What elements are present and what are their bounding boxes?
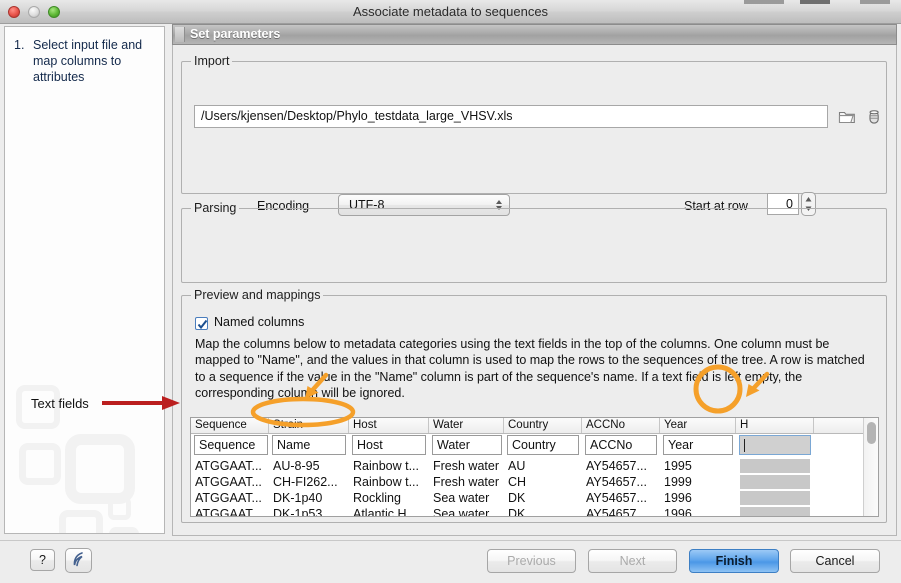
parameters-panel: Set parameters Import /Users/kjensen/Des… bbox=[172, 24, 897, 536]
mapping-input-host[interactable]: Host bbox=[352, 435, 426, 455]
mapping-input-year[interactable]: Year bbox=[663, 435, 733, 455]
next-button[interactable]: Next bbox=[588, 549, 677, 573]
cell-sequence: ATGGAAT... bbox=[195, 490, 271, 506]
cell-country: CH bbox=[508, 474, 580, 490]
mapping-input-name[interactable]: Name bbox=[272, 435, 346, 455]
cell-h-blank bbox=[740, 507, 810, 517]
folder-icon[interactable] bbox=[837, 107, 857, 127]
table-row[interactable]: ATGGAAT... CH-FI262... Rainbow t... Fres… bbox=[191, 474, 878, 490]
named-columns-checkbox[interactable] bbox=[195, 317, 208, 330]
cell-accno: AY54657... bbox=[586, 506, 658, 517]
cell-h-blank bbox=[740, 459, 810, 473]
watermark-shape bbox=[65, 434, 135, 504]
scrollbar-thumb[interactable] bbox=[867, 422, 876, 444]
cell-accno: AY54657... bbox=[586, 458, 658, 474]
step-number: 1. bbox=[14, 37, 30, 53]
cell-year: 1996 bbox=[664, 490, 734, 506]
table-row[interactable]: ATGGAAT... AU-8-95 Rainbow t... Fresh wa… bbox=[191, 458, 878, 474]
column-header-h[interactable]: H bbox=[736, 418, 814, 433]
watermark-shape bbox=[108, 497, 131, 520]
cell-sequence: ATGGAAT... bbox=[195, 474, 271, 490]
wizard-steps-sidebar: 1. Select input file and map columns to … bbox=[4, 26, 165, 534]
panel-header-title: Set parameters bbox=[190, 27, 280, 41]
table-header-row: Sequence Strain Host Water Country ACCNo… bbox=[191, 418, 878, 434]
mapping-input-accno[interactable]: ACCNo bbox=[585, 435, 657, 455]
preview-group-title: Preview and mappings bbox=[191, 288, 323, 302]
help-button[interactable]: ? bbox=[30, 549, 55, 571]
cell-year: 1995 bbox=[664, 458, 734, 474]
cell-year: 1996 bbox=[664, 506, 734, 517]
watermark-shape bbox=[109, 527, 139, 534]
mapping-input-country[interactable]: Country bbox=[507, 435, 579, 455]
watermark-shape bbox=[19, 443, 61, 485]
cell-water: Fresh water bbox=[433, 458, 507, 474]
sidebar-step-1[interactable]: 1. Select input file and map columns to … bbox=[14, 37, 162, 85]
database-icon[interactable] bbox=[864, 107, 884, 127]
cell-strain: AU-8-95 bbox=[273, 458, 351, 474]
pen-icon[interactable] bbox=[65, 548, 92, 573]
preview-table[interactable]: Sequence Strain Host Water Country ACCNo… bbox=[190, 417, 879, 517]
step-label: Select input file and map columns to att… bbox=[33, 37, 162, 85]
column-header-strain[interactable]: Strain bbox=[269, 418, 349, 433]
cell-country: DK bbox=[508, 490, 580, 506]
cell-host: Rainbow t... bbox=[353, 458, 431, 474]
cell-water: Sea water bbox=[433, 506, 507, 517]
named-columns-label: Named columns bbox=[214, 315, 304, 329]
previous-button[interactable]: Previous bbox=[487, 549, 576, 573]
cell-country: DK bbox=[508, 506, 580, 517]
table-vertical-scrollbar[interactable] bbox=[863, 418, 878, 516]
text-caret bbox=[744, 439, 745, 452]
parsing-group-title: Parsing bbox=[191, 201, 239, 215]
window-body: 1. Select input file and map columns to … bbox=[0, 24, 901, 540]
checkmark-icon bbox=[197, 318, 208, 330]
panel-content: Import /Users/kjensen/Desktop/Phylo_test… bbox=[172, 45, 897, 536]
watermark-shape bbox=[16, 385, 60, 429]
file-path-input[interactable]: /Users/kjensen/Desktop/Phylo_testdata_la… bbox=[194, 105, 828, 128]
cell-water: Sea water bbox=[433, 490, 507, 506]
column-header-sequence[interactable]: Sequence bbox=[191, 418, 269, 433]
cell-host: Rainbow t... bbox=[353, 474, 431, 490]
import-group: Import /Users/kjensen/Desktop/Phylo_test… bbox=[181, 61, 887, 194]
column-header-water[interactable]: Water bbox=[429, 418, 504, 433]
mapping-input-water[interactable]: Water bbox=[432, 435, 502, 455]
panel-grip bbox=[175, 27, 185, 42]
cell-year: 1999 bbox=[664, 474, 734, 490]
window-title: Associate metadata to sequences bbox=[0, 0, 901, 23]
finish-button[interactable]: Finish bbox=[689, 549, 779, 573]
cell-sequence: ATGGAAT... bbox=[195, 458, 271, 474]
cell-sequence: ATGGAAT... bbox=[195, 506, 271, 517]
application-window: Associate metadata to sequences 1. Selec… bbox=[0, 0, 901, 583]
table-row[interactable]: ATGGAAT... DK-1p53 Atlantic H... Sea wat… bbox=[191, 506, 878, 517]
column-header-host[interactable]: Host bbox=[349, 418, 429, 433]
column-header-country[interactable]: Country bbox=[504, 418, 582, 433]
mapping-input-h[interactable] bbox=[739, 435, 811, 455]
cell-host: Atlantic H... bbox=[353, 506, 431, 517]
cell-strain: CH-FI262... bbox=[273, 474, 351, 490]
help-label: ? bbox=[31, 550, 54, 570]
mapping-help-text: Map the columns below to metadata catego… bbox=[195, 336, 873, 402]
cell-strain: DK-1p40 bbox=[273, 490, 351, 506]
mapping-input-sequence[interactable]: Sequence bbox=[194, 435, 268, 455]
cancel-button[interactable]: Cancel bbox=[790, 549, 880, 573]
cell-water: Fresh water bbox=[433, 474, 507, 490]
cell-accno: AY54657... bbox=[586, 474, 658, 490]
column-header-accno[interactable]: ACCNo bbox=[582, 418, 660, 433]
cell-h-blank bbox=[740, 491, 810, 505]
cell-accno: AY54657... bbox=[586, 490, 658, 506]
import-group-title: Import bbox=[191, 54, 232, 68]
cell-strain: DK-1p53 bbox=[273, 506, 351, 517]
title-bar: Associate metadata to sequences bbox=[0, 0, 901, 24]
cell-h-blank bbox=[740, 475, 810, 489]
column-header-year[interactable]: Year bbox=[660, 418, 736, 433]
cell-country: AU bbox=[508, 458, 580, 474]
cell-host: Rockling bbox=[353, 490, 431, 506]
panel-header: Set parameters bbox=[172, 24, 897, 45]
parsing-group: Parsing Field separator ; Quote symbol bbox=[181, 208, 887, 283]
watermark-shape bbox=[59, 510, 103, 534]
table-row[interactable]: ATGGAAT... DK-1p40 Rockling Sea water DK… bbox=[191, 490, 878, 506]
preview-mappings-group: Preview and mappings Named columns Map t… bbox=[181, 295, 887, 523]
